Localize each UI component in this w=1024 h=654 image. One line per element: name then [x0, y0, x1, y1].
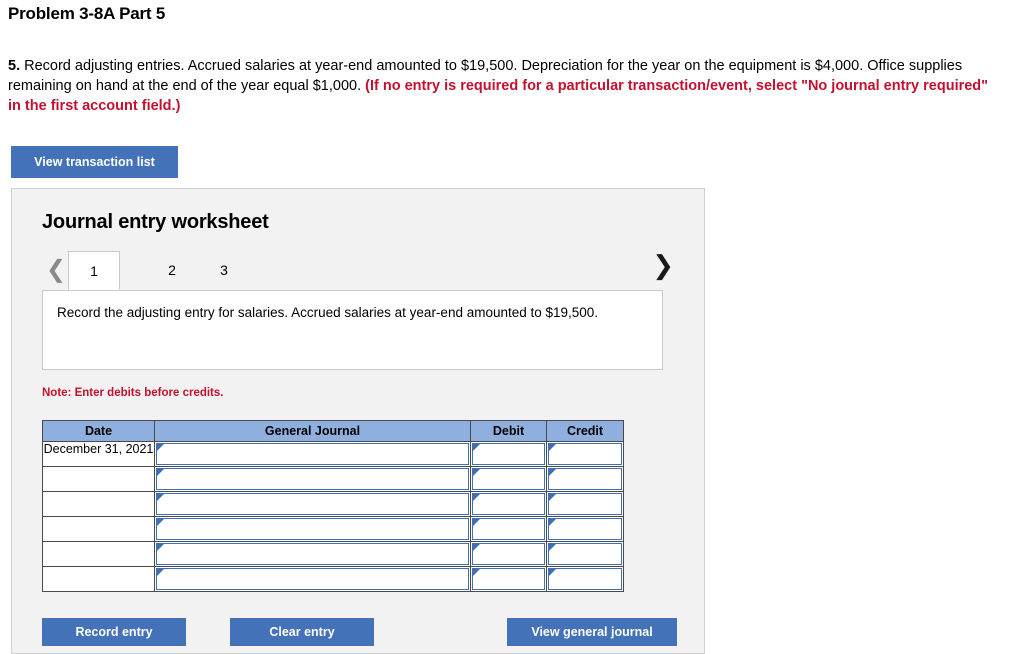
debit-input[interactable] — [470, 541, 547, 567]
input-field[interactable] — [548, 493, 622, 515]
input-field[interactable] — [548, 443, 622, 465]
view-transaction-list-button[interactable]: View transaction list — [11, 146, 178, 178]
column-header-debit: Debit — [470, 420, 547, 442]
clear-entry-button[interactable]: Clear entry — [230, 618, 374, 646]
column-header-general-journal: General Journal — [154, 420, 471, 442]
table-row — [42, 466, 624, 492]
credit-input[interactable] — [546, 541, 624, 567]
credit-input[interactable] — [546, 516, 624, 542]
credit-input[interactable] — [546, 491, 624, 517]
table-row: December 31, 2021 — [42, 441, 624, 467]
input-field[interactable] — [472, 443, 545, 465]
input-field[interactable] — [156, 543, 469, 565]
input-field[interactable] — [156, 443, 469, 465]
credit-input[interactable] — [546, 566, 624, 592]
column-header-credit: Credit — [546, 420, 624, 442]
worksheet-tab-3[interactable]: 3 — [198, 251, 250, 289]
input-field[interactable] — [472, 543, 545, 565]
input-field[interactable] — [548, 468, 622, 490]
credit-input[interactable] — [546, 466, 624, 492]
worksheet-title: Journal entry worksheet — [42, 211, 269, 233]
input-field[interactable] — [472, 468, 545, 490]
worksheet-pager: ❮ 1 2 3 ❯ — [42, 251, 676, 291]
date-cell — [42, 466, 155, 492]
input-field[interactable] — [548, 568, 622, 590]
general-journal-input[interactable] — [154, 566, 471, 592]
debit-input[interactable] — [470, 516, 547, 542]
general-journal-input[interactable] — [154, 516, 471, 542]
chevron-right-icon[interactable]: ❯ — [652, 253, 674, 279]
input-field[interactable] — [156, 568, 469, 590]
column-header-date: Date — [42, 420, 155, 442]
input-field[interactable] — [472, 493, 545, 515]
credit-input[interactable] — [546, 441, 624, 467]
input-field[interactable] — [156, 493, 469, 515]
input-field[interactable] — [156, 518, 469, 540]
debits-before-credits-note: Note: Enter debits before credits. — [42, 387, 224, 399]
input-field[interactable] — [548, 518, 622, 540]
worksheet-tab-2[interactable]: 2 — [146, 251, 198, 289]
input-field[interactable] — [156, 468, 469, 490]
date-cell — [42, 541, 155, 567]
page-title: Problem 3-8A Part 5 — [8, 4, 166, 23]
chevron-left-icon[interactable]: ❮ — [46, 257, 66, 281]
debit-input[interactable] — [470, 491, 547, 517]
debit-input[interactable] — [470, 466, 547, 492]
table-row — [42, 491, 624, 517]
table-row — [42, 566, 624, 592]
debit-input[interactable] — [470, 441, 547, 467]
general-journal-input[interactable] — [154, 466, 471, 492]
input-field[interactable] — [548, 543, 622, 565]
input-field[interactable] — [472, 568, 545, 590]
view-general-journal-button[interactable]: View general journal — [507, 618, 677, 646]
table-row — [42, 516, 624, 542]
table-row — [42, 541, 624, 567]
instructions-text: 5. Record adjusting entries. Accrued sal… — [8, 56, 998, 116]
date-cell — [42, 566, 155, 592]
date-cell — [42, 516, 155, 542]
general-journal-input[interactable] — [154, 541, 471, 567]
journal-entry-panel: Journal entry worksheet ❮ 1 2 3 ❯ Record… — [11, 188, 705, 654]
instruction-number: 5. — [8, 58, 21, 74]
debit-input[interactable] — [470, 566, 547, 592]
date-cell — [42, 491, 155, 517]
general-journal-input[interactable] — [154, 491, 471, 517]
worksheet-description: Record the adjusting entry for salaries.… — [42, 290, 663, 370]
journal-entry-table: Date General Journal Debit Credit Decemb… — [42, 420, 624, 592]
table-header-row: Date General Journal Debit Credit — [42, 420, 624, 442]
input-field[interactable] — [472, 518, 545, 540]
date-cell: December 31, 2021 — [42, 441, 155, 467]
worksheet-tab-1[interactable]: 1 — [68, 251, 120, 290]
record-entry-button[interactable]: Record entry — [42, 618, 186, 646]
page-root: Problem 3-8A Part 5 5. Record adjusting … — [0, 0, 1024, 654]
general-journal-input[interactable] — [154, 441, 471, 467]
